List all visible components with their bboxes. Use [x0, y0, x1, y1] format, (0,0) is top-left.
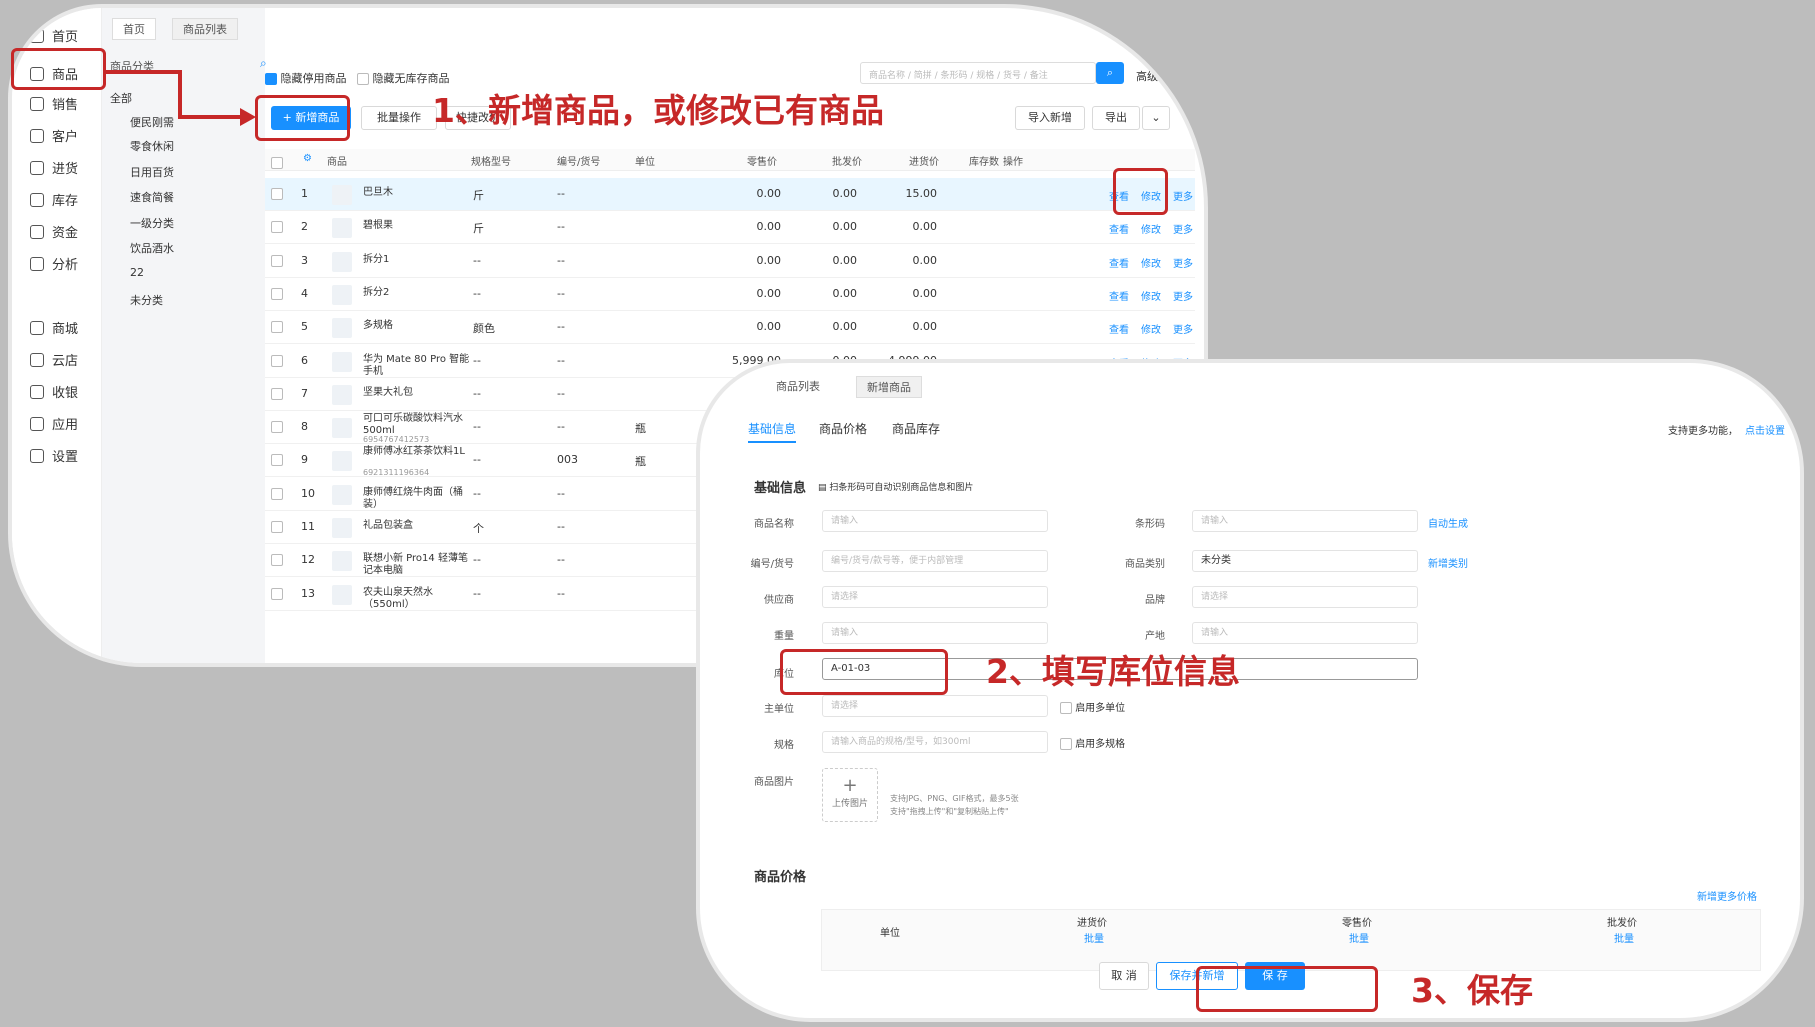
step3-annotation: 3、保存 [1411, 971, 1533, 1010]
step2-annotation: 2、填写库位信息 [986, 652, 1240, 691]
step1-annotation: 1、新增商品，或修改已有商品 [432, 91, 884, 130]
annotation-arrow [106, 70, 256, 126]
